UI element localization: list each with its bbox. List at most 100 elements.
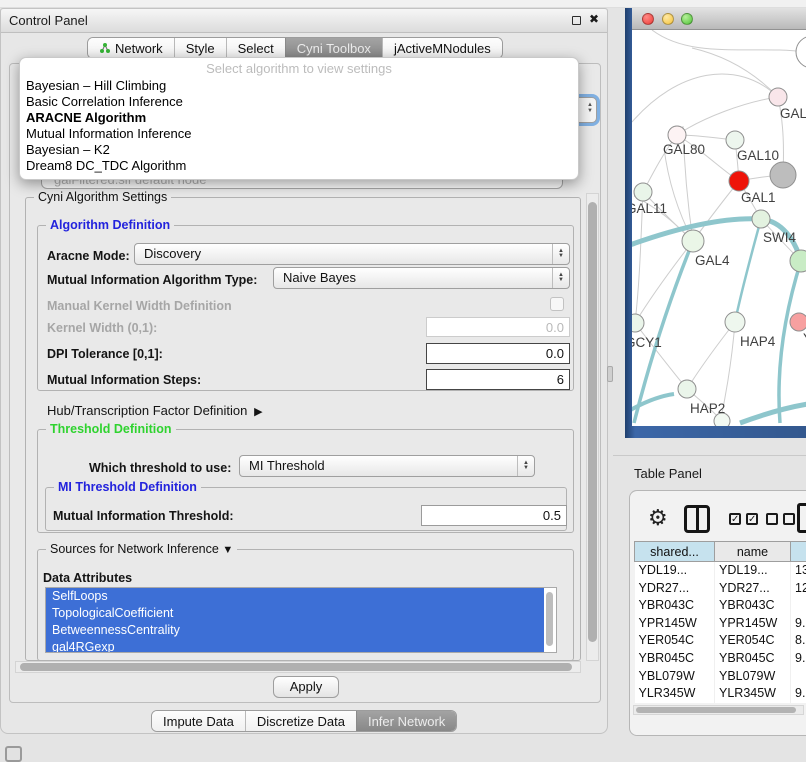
file-icon[interactable] (797, 503, 806, 533)
which-threshold-combo[interactable]: MI Threshold ▲▼ (239, 455, 535, 477)
float-window-icon[interactable] (572, 16, 581, 25)
network-node-gal4[interactable] (682, 230, 704, 252)
tab-infer-network[interactable]: Infer Network (356, 711, 456, 731)
table-row[interactable]: YBR043CYBR043C (635, 597, 806, 615)
table-cell[interactable]: YBR043C (635, 597, 715, 615)
attribute-item-betweennesscentrality[interactable]: BetweennessCentrality (46, 622, 544, 639)
gear-icon[interactable]: ⚙ (648, 505, 668, 531)
algorithm-option-bayesian-hill-climbing[interactable]: Bayesian – Hill Climbing (20, 78, 578, 94)
table-cell[interactable]: YBR045C (715, 650, 791, 668)
settings-vertical-scrollbar[interactable] (586, 193, 599, 661)
network-node-swi4[interactable] (752, 210, 770, 228)
scrollbar-thumb[interactable] (636, 707, 796, 713)
table-cell[interactable]: 8. (791, 632, 806, 650)
minimized-panel-icon[interactable] (5, 746, 22, 762)
close-icon[interactable]: ✖ (589, 12, 599, 26)
network-node-gal11[interactable] (634, 183, 652, 201)
scrollbar-thumb[interactable] (20, 663, 572, 671)
mi-threshold-field[interactable] (421, 505, 567, 526)
column-header-name[interactable]: name (715, 542, 791, 562)
traffic-light-minimize-icon[interactable] (662, 13, 674, 25)
table-cell[interactable]: 12 (791, 580, 806, 598)
table-row[interactable]: YDL19...YDL19...13 (635, 562, 806, 580)
tab-discretize-data[interactable]: Discretize Data (245, 711, 356, 731)
table-cell[interactable]: YDR27... (715, 580, 791, 598)
sources-toggle[interactable]: Sources for Network Inference ▼ (46, 542, 237, 556)
algorithm-option-aracne[interactable]: ARACNE Algorithm (20, 110, 578, 126)
table-cell[interactable]: 9. (791, 615, 806, 633)
table-row[interactable]: YDR27...YDR27...12 (635, 580, 806, 598)
tab-network[interactable]: Network (88, 38, 174, 58)
table-cell[interactable]: 13 (791, 562, 806, 580)
table-cell[interactable]: YER054C (635, 632, 715, 650)
table-cell[interactable]: YER054C (715, 632, 791, 650)
network-node-gcy1[interactable] (632, 314, 644, 332)
attribute-item-topologicalcoefficient[interactable]: TopologicalCoefficient (46, 605, 544, 622)
algorithm-option-mutual-information[interactable]: Mutual Information Inference (20, 126, 578, 142)
hub-transcription-factor-toggle[interactable]: Hub/Transcription Factor Definition ▶ (47, 403, 263, 418)
traffic-light-close-icon[interactable] (642, 13, 654, 25)
table-cell[interactable]: YPR145W (635, 615, 715, 633)
network-node-hap4[interactable] (725, 312, 745, 332)
table-cell[interactable]: YBL079W (715, 668, 791, 686)
attribute-item-selfloops[interactable]: SelfLoops (46, 588, 544, 605)
panel-divider-grip[interactable] (607, 366, 613, 382)
column-header-partial[interactable]: A (791, 542, 806, 562)
algorithm-option-dream8[interactable]: Dream8 DC_TDC Algorithm (20, 158, 578, 174)
table-cell[interactable]: YBR045C (635, 650, 715, 668)
table-row[interactable]: YER054CYER054C8. (635, 632, 806, 650)
network-node-gal10[interactable] (726, 131, 744, 149)
attribute-item-gal4rgexp[interactable]: gal4RGexp (46, 639, 544, 653)
dpi-tolerance-field[interactable] (426, 343, 570, 364)
tab-jactivemnodules[interactable]: jActiveMNodules (382, 38, 502, 58)
table-cell[interactable]: YBR043C (715, 597, 791, 615)
network-node-salmon[interactable] (790, 313, 806, 331)
table-row[interactable]: YPR145WYPR145W9. (635, 615, 806, 633)
tab-style[interactable]: Style (174, 38, 226, 58)
network-node-gray[interactable] (770, 162, 796, 188)
aracne-mode-combo[interactable]: Discovery ▲▼ (134, 243, 570, 265)
table-cell[interactable]: YBL079W (635, 668, 715, 686)
table-cell[interactable]: YLR345W (715, 685, 791, 703)
table-cell[interactable] (791, 668, 806, 686)
network-node-partial-top[interactable] (796, 36, 806, 68)
table-cell[interactable]: YDL19... (635, 562, 715, 580)
mi-algorithm-type-combo[interactable]: Naive Bayes ▲▼ (273, 267, 570, 289)
algorithm-option-basic-correlation[interactable]: Basic Correlation Inference (20, 94, 578, 110)
tab-impute-data[interactable]: Impute Data (152, 711, 245, 731)
select-all-columns-icon[interactable]: ✓ ✓ (729, 513, 758, 525)
table-cell[interactable]: YDR27... (635, 580, 715, 598)
network-node-gal1-selected[interactable] (729, 171, 749, 191)
tab-cyni-toolbox[interactable]: Cyni Toolbox (285, 38, 382, 58)
table-row[interactable]: YBL079WYBL079W (635, 668, 806, 686)
traffic-light-zoom-icon[interactable] (681, 13, 693, 25)
column-header-shared-name[interactable]: shared... (635, 542, 715, 562)
table-cell[interactable] (791, 597, 806, 615)
deselect-all-columns-icon[interactable] (766, 513, 795, 525)
mi-steps-field[interactable] (426, 369, 570, 390)
network-node-gal[interactable] (769, 88, 787, 106)
data-attributes-list[interactable]: SelfLoops TopologicalCoefficient Between… (45, 587, 557, 653)
table-row[interactable]: YLR345WYLR345W9. (635, 685, 806, 703)
scrollbar-thumb[interactable] (588, 202, 597, 642)
network-node-hap2[interactable] (678, 380, 696, 398)
manual-kernel-width-checkbox[interactable] (550, 297, 564, 311)
columns-icon[interactable] (684, 505, 710, 533)
network-node-green-right[interactable] (790, 250, 806, 272)
tab-select[interactable]: Select (226, 38, 285, 58)
network-canvas[interactable]: GAL GAL80 GAL10 GAL1 GAL11 SWI4 GAL4 GCY… (632, 30, 806, 426)
settings-horizontal-scrollbar[interactable] (15, 661, 581, 673)
table-cell[interactable]: YPR145W (715, 615, 791, 633)
table-cell[interactable]: 9. (791, 650, 806, 668)
network-titlebar (632, 8, 806, 30)
table-cell[interactable]: YDL19... (715, 562, 791, 580)
list-scrollbar-thumb[interactable] (546, 592, 553, 646)
table-cell[interactable]: YLR345W (635, 685, 715, 703)
node-label: GAL1 (741, 190, 776, 205)
table-cell[interactable]: 9. (791, 685, 806, 703)
table-row[interactable]: YBR045CYBR045C9. (635, 650, 806, 668)
table-horizontal-scrollbar[interactable] (633, 705, 804, 715)
apply-button[interactable]: Apply (273, 676, 339, 698)
algorithm-option-bayesian-k2[interactable]: Bayesian – K2 (20, 142, 578, 158)
kernel-width-field[interactable] (426, 317, 570, 337)
